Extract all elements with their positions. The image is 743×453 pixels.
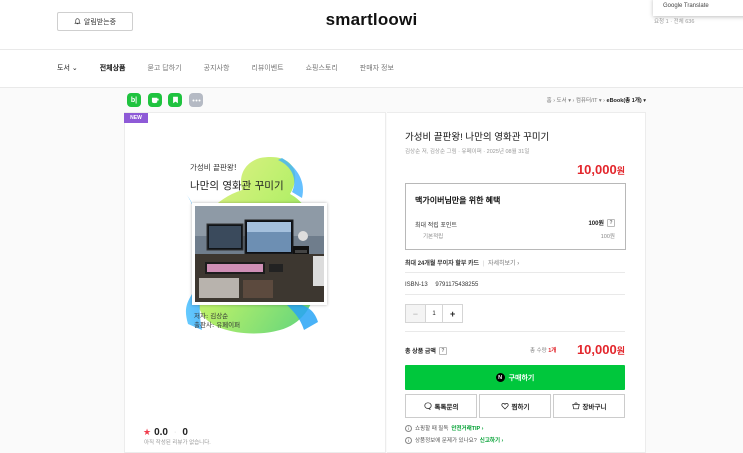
nav-item-review-event[interactable]: 리뷰이벤트 (251, 63, 283, 73)
base-points-label: 기본적립 (423, 234, 444, 240)
report-note: i 상품정보에 문제가 있나요? 신고하기 › (405, 436, 503, 444)
product-meta: 김상순 저, 김상순 그림 · 유페이퍼 · 2025년 08월 31일 (405, 149, 530, 155)
total-amount: 10,000원 (577, 342, 625, 357)
google-translate-popup[interactable]: Google Translate (653, 0, 743, 16)
quantity-increase-button[interactable]: + (443, 305, 462, 322)
header-divider (0, 49, 743, 50)
naver-pay-icon: N (495, 373, 505, 382)
installment-text: 최대 24개월 무이자 할부 카드 (405, 261, 480, 267)
star-icon: ★ (143, 427, 152, 437)
buy-button[interactable]: N 구매하기 (405, 365, 625, 390)
total-label-row: 총 상품 금액 ? (405, 346, 447, 355)
cart-button[interactable]: 장바구니 (553, 394, 625, 418)
rating-summary[interactable]: ★ 0.0 · 0 (143, 427, 188, 438)
safe-trade-prefix: 쇼핑할 때 필독 (415, 426, 449, 432)
nav-item-seller-info[interactable]: 판매자 정보 (360, 63, 394, 73)
category-nav: 도서 ⌄ 전체상품 묻고 답하기 공지사항 리뷰이벤트 쇼핑스토리 판매자 정보 (57, 63, 416, 73)
nav-item-books[interactable]: 도서 ⌄ (57, 63, 78, 73)
max-points-value: 100원 (588, 221, 604, 227)
bookmark-icon (172, 96, 178, 104)
cover-photo (192, 203, 327, 305)
quantity-stepper: − 1 + (405, 304, 463, 323)
breadcrumb-path[interactable]: 홈 › 도서 ▾ › 컴퓨터/IT ▾ › (547, 98, 607, 104)
heart-icon (500, 403, 509, 410)
cup-icon (151, 97, 159, 104)
total-count: 총 수량 1개 (530, 346, 556, 354)
installment-detail-link[interactable]: 자세히보기 › (488, 261, 519, 267)
cart-icon (571, 402, 580, 410)
installment-separator: | (482, 261, 485, 267)
desk-setup-photo (195, 206, 324, 302)
cover-publisher: 출판사: 유페이퍼 (194, 321, 241, 329)
no-review-text: 아직 작성된 리뷰가 없습니다. (144, 440, 211, 446)
new-badge: NEW (124, 113, 148, 123)
talk-inquiry-label: 톡톡문의 (434, 404, 459, 411)
dots-icon (192, 99, 200, 101)
total-amount-number: 10,000 (576, 342, 617, 357)
installment-info: 최대 24개월 무이자 할부 카드 | 자세히보기 › (405, 258, 519, 267)
safe-trade-note: i 쇼핑할 때 필독 안전거래TIP › (405, 424, 483, 432)
rating-separator: · (173, 429, 177, 436)
total-amount-unit: 원 (616, 346, 625, 356)
cart-label: 장바구니 (582, 404, 607, 411)
wishlist-label: 찜하기 (511, 404, 530, 411)
product-price: 10,000원 (577, 162, 625, 177)
benefit-heading: 맥가이버님만을 위한 혜택 (415, 196, 501, 205)
help-icon[interactable]: ? (438, 346, 447, 355)
nav-item-shopping-story[interactable]: 쇼핑스토리 (306, 63, 338, 73)
breadcrumb-current[interactable]: eBook(총 1개) ▾ (607, 98, 646, 104)
nav-item-all-products[interactable]: 전체상품 (100, 63, 126, 73)
google-translate-label: Google Translate (663, 3, 709, 9)
buy-label: 구매하기 (508, 374, 535, 382)
more-share-icon[interactable] (189, 93, 203, 107)
info-icon: i (405, 436, 412, 444)
review-count: 0 (182, 427, 188, 438)
blog-share-icon[interactable]: b| (127, 93, 141, 107)
chat-icon (423, 402, 432, 410)
section-divider (405, 272, 625, 273)
rating-value: 0.0 (154, 427, 168, 438)
safe-trade-link[interactable]: 안전거래TIP › (451, 424, 483, 432)
nav-item-qna[interactable]: 묻고 답하기 (147, 63, 181, 73)
talk-inquiry-button[interactable]: 톡톡문의 (405, 394, 477, 418)
isbn-row: ISBN-13 9791175438255 (405, 282, 478, 288)
report-prefix: 상품정보에 문제가 있나요? (415, 438, 477, 444)
breadcrumb[interactable]: 홈 › 도서 ▾ › 컴퓨터/IT ▾ › eBook(총 1개) ▾ (547, 96, 646, 104)
blog-share-label: b| (130, 96, 138, 104)
cafe-share-icon[interactable] (148, 93, 162, 107)
isbn-value: 9791175438255 (435, 282, 479, 288)
price-unit: 원 (616, 166, 625, 176)
max-points-label: 최대 적립 포인트 (415, 223, 457, 229)
cover-title: 나만의 영화관 꾸미기 (190, 180, 284, 192)
base-points-value: 100원 (600, 234, 615, 240)
page-counter: 요청 1 · 전체 636 (654, 19, 695, 25)
bookmark-share-icon[interactable] (168, 93, 182, 107)
total-count-prefix: 총 수량 (530, 348, 549, 354)
store-logo[interactable]: smartloowi (0, 10, 743, 30)
wishlist-button[interactable]: 찜하기 (479, 394, 551, 418)
cover-subtitle: 가성비 끝판왕! (190, 163, 237, 172)
section-divider (405, 331, 625, 332)
benefit-box: 맥가이버님만을 위한 혜택 최대 적립 포인트 100원 ? 기본적립 100원 (405, 183, 626, 250)
product-title: 가성비 끝판왕! 나만의 영화관 꾸미기 (405, 132, 550, 143)
info-icon: i (405, 424, 412, 432)
total-label: 총 상품 금액 (405, 349, 436, 355)
max-points-row: 100원 ? (588, 218, 615, 227)
book-cover-image[interactable]: 가성비 끝판왕! 나만의 영화관 꾸미기 저자: 김상순 출판사: 유페이퍼 (182, 154, 330, 337)
isbn-label: ISBN-13 (405, 282, 428, 288)
price-number: 10,000 (576, 162, 617, 177)
report-link[interactable]: 신고하기 › (480, 436, 504, 444)
quantity-input[interactable]: 1 (424, 305, 444, 322)
section-divider (405, 294, 625, 295)
quantity-decrease-button[interactable]: − (406, 305, 425, 322)
help-icon[interactable]: ? (607, 218, 615, 227)
nav-item-notice[interactable]: 공지사항 (204, 63, 230, 73)
total-count-value: 1개 (548, 348, 557, 354)
